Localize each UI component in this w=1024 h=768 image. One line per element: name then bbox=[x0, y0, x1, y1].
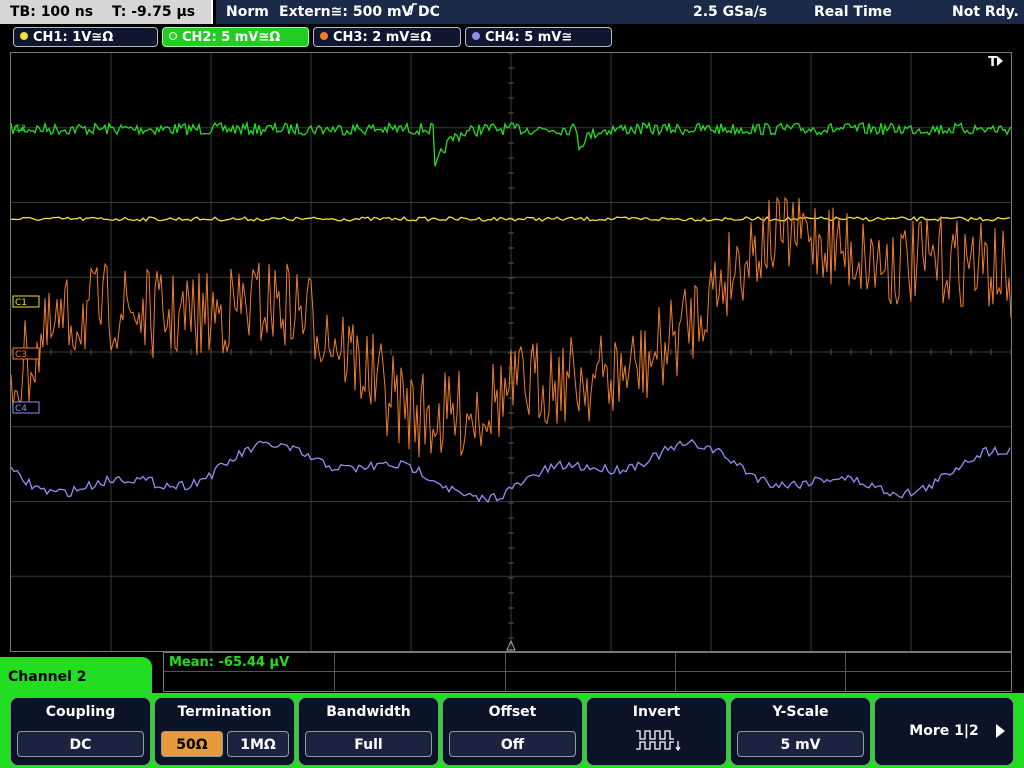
ch2-color-dot bbox=[169, 32, 177, 40]
termination-softkey[interactable]: Termination 50Ω 1MΩ bbox=[154, 697, 295, 766]
inverted-pulse-icon bbox=[634, 728, 682, 756]
trigger-indicator: T bbox=[988, 55, 1003, 70]
more-label: More 1|2 bbox=[909, 723, 979, 739]
invert-title: Invert bbox=[632, 704, 681, 720]
trigger-arrow-icon bbox=[997, 56, 1003, 66]
ch2-ref-marker: C2 bbox=[14, 124, 26, 134]
ch4-ref-marker: C4 bbox=[12, 401, 40, 414]
waveform-display[interactable]: C2 C1 C3 C4 T bbox=[10, 52, 1012, 652]
yscale-softkey[interactable]: Y-Scale 5 mV bbox=[730, 697, 871, 766]
tab-ch3[interactable]: CH3: 2 mV≅Ω bbox=[313, 27, 461, 47]
ch3-color-dot bbox=[320, 32, 328, 40]
ch3-label: CH3: 2 mV≅Ω bbox=[333, 30, 432, 45]
mean-measurement: Mean: -65.44 µV bbox=[169, 655, 290, 670]
sample-rate: 2.5 GSa/s bbox=[693, 4, 768, 20]
offset-title: Offset bbox=[488, 704, 537, 720]
tab-ch4[interactable]: CH4: 5 mV≅ bbox=[465, 27, 612, 47]
trigger-status-bar[interactable]: Norm Extern≅: 500 mV DC 2.5 GSa/s Real T… bbox=[216, 0, 1024, 24]
timebase-panel[interactable]: TB: 100 ns T: -9.75 µs bbox=[0, 0, 213, 24]
trigger-time-value: T: -9.75 µs bbox=[111, 4, 196, 20]
ch2-label: CH2: 5 mV≅Ω bbox=[182, 30, 281, 45]
svg-text:C1: C1 bbox=[15, 298, 27, 308]
ch1-ref-marker: C1 bbox=[12, 295, 40, 308]
offset-softkey[interactable]: Offset Off bbox=[442, 697, 583, 766]
tab-ch1[interactable]: CH1: 1V≅Ω bbox=[13, 27, 158, 47]
measurement-column-divider bbox=[675, 653, 676, 691]
trigger-status: Not Rdy. bbox=[952, 4, 1019, 20]
offset-value[interactable]: Off bbox=[449, 731, 576, 757]
measurement-column-divider bbox=[845, 653, 846, 691]
bandwidth-title: Bandwidth bbox=[326, 704, 411, 720]
coupling-softkey[interactable]: Coupling DC bbox=[10, 697, 151, 766]
timebase-value: TB: 100 ns bbox=[10, 4, 94, 20]
measurement-column-divider bbox=[334, 653, 335, 691]
acquisition-mode: Real Time bbox=[814, 4, 892, 20]
ch3-ref-marker: C3 bbox=[12, 347, 40, 360]
svg-text:C2: C2 bbox=[14, 124, 26, 134]
ch4-label: CH4: 5 mV≅ bbox=[485, 30, 573, 45]
ch1-label: CH1: 1V≅Ω bbox=[33, 30, 114, 45]
ch4-color-dot bbox=[472, 32, 480, 40]
bandwidth-softkey[interactable]: Bandwidth Full bbox=[298, 697, 439, 766]
coupling-title: Coupling bbox=[45, 704, 116, 720]
termination-50ohm[interactable]: 50Ω bbox=[161, 731, 223, 757]
measurement-panel: Mean: -65.44 µV bbox=[163, 652, 1012, 692]
arrow-right-icon bbox=[996, 724, 1005, 738]
measurement-divider bbox=[164, 671, 1011, 672]
termination-title: Termination bbox=[177, 704, 272, 720]
svg-text:C4: C4 bbox=[15, 404, 27, 414]
yscale-title: Y-Scale bbox=[772, 704, 829, 720]
ch1-color-dot bbox=[20, 32, 28, 40]
more-softkey[interactable]: More 1|2 bbox=[874, 697, 1014, 766]
trigger-source: Extern≅: 500 mV bbox=[279, 4, 413, 20]
measurement-column-divider bbox=[505, 653, 506, 691]
trigger-mode: Norm bbox=[226, 4, 269, 20]
graticule-svg: C2 C1 C3 C4 bbox=[11, 53, 1011, 651]
coupling-value[interactable]: DC bbox=[17, 731, 144, 757]
termination-1mohm[interactable]: 1MΩ bbox=[227, 731, 289, 757]
bandwidth-value[interactable]: Full bbox=[305, 731, 432, 757]
tab-ch2[interactable]: CH2: 5 mV≅Ω bbox=[162, 27, 309, 47]
trigger-coupling: DC bbox=[418, 4, 440, 20]
trigger-slope-icon bbox=[406, 0, 418, 24]
invert-softkey[interactable]: Invert bbox=[586, 697, 727, 766]
svg-text:C3: C3 bbox=[15, 350, 27, 360]
channel-menu-title: Channel 2 bbox=[0, 657, 152, 695]
yscale-value[interactable]: 5 mV bbox=[737, 731, 864, 757]
